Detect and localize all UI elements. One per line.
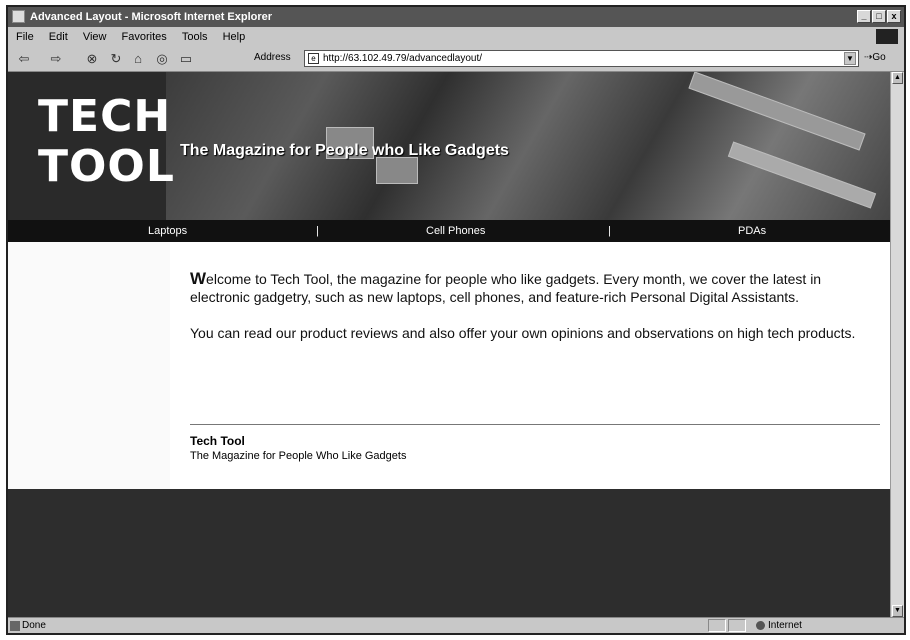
- windows-logo-icon: [876, 29, 898, 44]
- chip-shape: [727, 141, 877, 209]
- status-pane: [708, 619, 726, 632]
- address-input[interactable]: e http://63.102.49.79/advancedlayout/ ▼: [304, 50, 859, 67]
- status-bar: Done Internet: [8, 617, 904, 633]
- page-footer-band: [8, 489, 890, 617]
- nav-link-cell-phones[interactable]: Cell Phones: [426, 220, 485, 242]
- chip-shape: [376, 157, 418, 184]
- menu-file[interactable]: File: [16, 27, 34, 47]
- refresh-icon[interactable]: ↻: [108, 51, 124, 67]
- stop-icon[interactable]: ⊗: [84, 51, 100, 67]
- footer-subtitle: The Magazine for People Who Like Gadgets: [190, 450, 407, 462]
- intro-paragraph: Welcome to Tech Tool, the magazine for p…: [190, 270, 880, 306]
- status-text: Done: [22, 620, 46, 631]
- left-column: [8, 242, 170, 489]
- site-logo[interactable]: TECH TOOL: [38, 92, 175, 192]
- site-tagline: The Magazine for People who Like Gadgets: [180, 142, 509, 159]
- security-zone: Internet: [768, 620, 802, 631]
- globe-icon: [756, 621, 765, 630]
- page-viewport: TECH TOOL The Magazine for People who Li…: [8, 72, 890, 617]
- minimize-button[interactable]: _: [857, 10, 871, 23]
- back-arrow-icon[interactable]: ⇦: [16, 51, 32, 67]
- address-url: http://63.102.49.79/advancedlayout/: [323, 53, 483, 64]
- intro-text: elcome to Tech Tool, the magazine for pe…: [190, 271, 822, 305]
- nav-link-laptops[interactable]: Laptops: [148, 220, 187, 242]
- standard-toolbar: ⇦ ⇨ ⊗ ↻ ⌂ ◎ ▭ Address e http://63.102.49…: [8, 47, 904, 72]
- article-body: Welcome to Tech Tool, the magazine for p…: [190, 270, 880, 360]
- forward-arrow-icon[interactable]: ⇨: [48, 51, 64, 67]
- nav-link-pdas[interactable]: PDAs: [738, 220, 766, 242]
- print-icon[interactable]: ▭: [178, 51, 194, 67]
- menu-tools[interactable]: Tools: [182, 27, 208, 47]
- logo-line-2: TOOL: [38, 141, 175, 192]
- drop-cap: W: [190, 269, 207, 288]
- page-status-icon: [10, 621, 20, 631]
- window-controls: _ □ x: [857, 10, 901, 23]
- vertical-scrollbar[interactable]: ▲ ▼: [890, 72, 904, 617]
- footer-divider: [190, 424, 880, 425]
- nav-separator: |: [316, 225, 319, 237]
- site-header: TECH TOOL The Magazine for People who Li…: [8, 72, 890, 220]
- menu-bar: File Edit View Favorites Tools Help: [8, 27, 904, 48]
- page-icon: e: [308, 53, 319, 64]
- scroll-down-icon[interactable]: ▼: [892, 605, 903, 617]
- menu-edit[interactable]: Edit: [49, 27, 68, 47]
- home-icon[interactable]: ⌂: [130, 51, 146, 67]
- browser-window: Advanced Layout - Microsoft Internet Exp…: [6, 5, 906, 635]
- chip-shape: [688, 72, 866, 151]
- menu-view[interactable]: View: [83, 27, 107, 47]
- ie-app-icon: [12, 10, 25, 23]
- chevron-down-icon[interactable]: ▼: [844, 52, 856, 65]
- status-pane: [728, 619, 746, 632]
- site-nav: Laptops | Cell Phones | PDAs: [8, 220, 890, 242]
- close-button[interactable]: x: [887, 10, 901, 23]
- title-bar: Advanced Layout - Microsoft Internet Exp…: [8, 7, 904, 27]
- main-content: Welcome to Tech Tool, the magazine for p…: [8, 242, 890, 489]
- menu-favorites[interactable]: Favorites: [122, 27, 167, 47]
- logo-line-1: TECH: [38, 91, 172, 142]
- second-paragraph: You can read our product reviews and als…: [190, 325, 856, 341]
- scroll-up-icon[interactable]: ▲: [892, 72, 903, 84]
- menu-help[interactable]: Help: [223, 27, 246, 47]
- search-icon[interactable]: ◎: [154, 51, 170, 67]
- window-title: Advanced Layout - Microsoft Internet Exp…: [30, 11, 273, 23]
- maximize-button[interactable]: □: [872, 10, 886, 23]
- go-label: Go: [872, 52, 886, 63]
- nav-separator: |: [608, 225, 611, 237]
- footer-title: Tech Tool: [190, 434, 245, 448]
- address-label: Address: [254, 52, 291, 63]
- go-button[interactable]: ⇢Go: [864, 52, 886, 63]
